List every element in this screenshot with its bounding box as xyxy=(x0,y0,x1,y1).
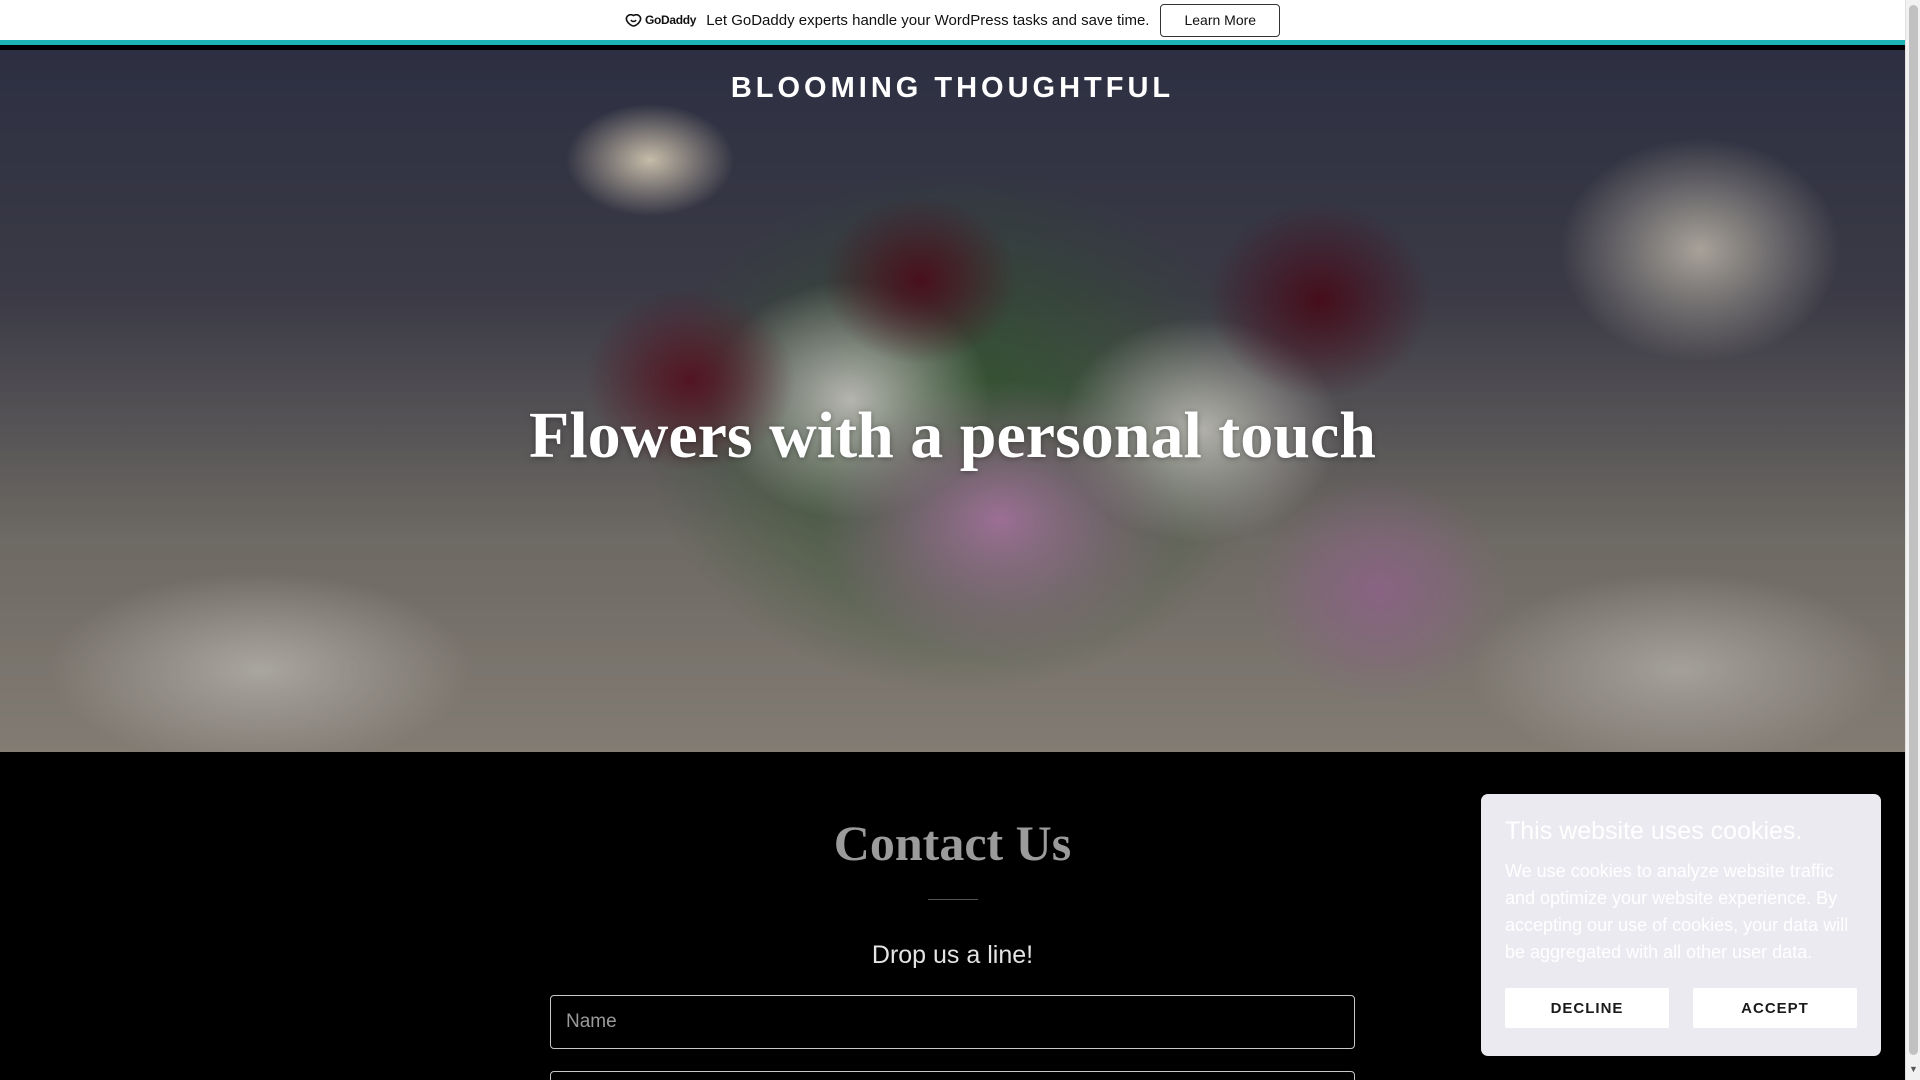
cookie-banner: This website uses cookies. We use cookie… xyxy=(1481,794,1881,1056)
site-title[interactable]: BLOOMING THOUGHTFUL xyxy=(0,72,1905,105)
decline-button[interactable]: DECLINE xyxy=(1505,988,1669,1028)
hero-section: BLOOMING THOUGHTFUL Flowers with a perso… xyxy=(0,50,1905,752)
promo-message: Let GoDaddy experts handle your WordPres… xyxy=(706,11,1150,29)
scrollbar-thumb[interactable] xyxy=(1909,5,1918,1055)
hero-heading: Flowers with a personal touch xyxy=(529,399,1376,472)
godaddy-logo-text: GoDaddy xyxy=(644,13,697,27)
chevron-down-icon[interactable]: ▼ xyxy=(1909,1064,1918,1074)
cookie-title: This website uses cookies. xyxy=(1505,817,1803,845)
email-field[interactable] xyxy=(550,1071,1355,1080)
cookie-actions: DECLINE ACCEPT xyxy=(1505,988,1857,1028)
name-field[interactable] xyxy=(550,995,1355,1049)
godaddy-logo: GoDaddy xyxy=(625,13,696,27)
godaddy-logo-icon xyxy=(625,13,642,27)
scrollbar[interactable]: ▼ xyxy=(1905,0,1920,1080)
section-divider xyxy=(928,899,978,900)
cookie-message: We use cookies to analyze website traffi… xyxy=(1505,861,1849,962)
learn-more-button[interactable]: Learn More xyxy=(1160,3,1281,37)
promo-bar: GoDaddy Let GoDaddy experts handle your … xyxy=(0,0,1905,45)
accept-button[interactable]: ACCEPT xyxy=(1693,988,1857,1028)
